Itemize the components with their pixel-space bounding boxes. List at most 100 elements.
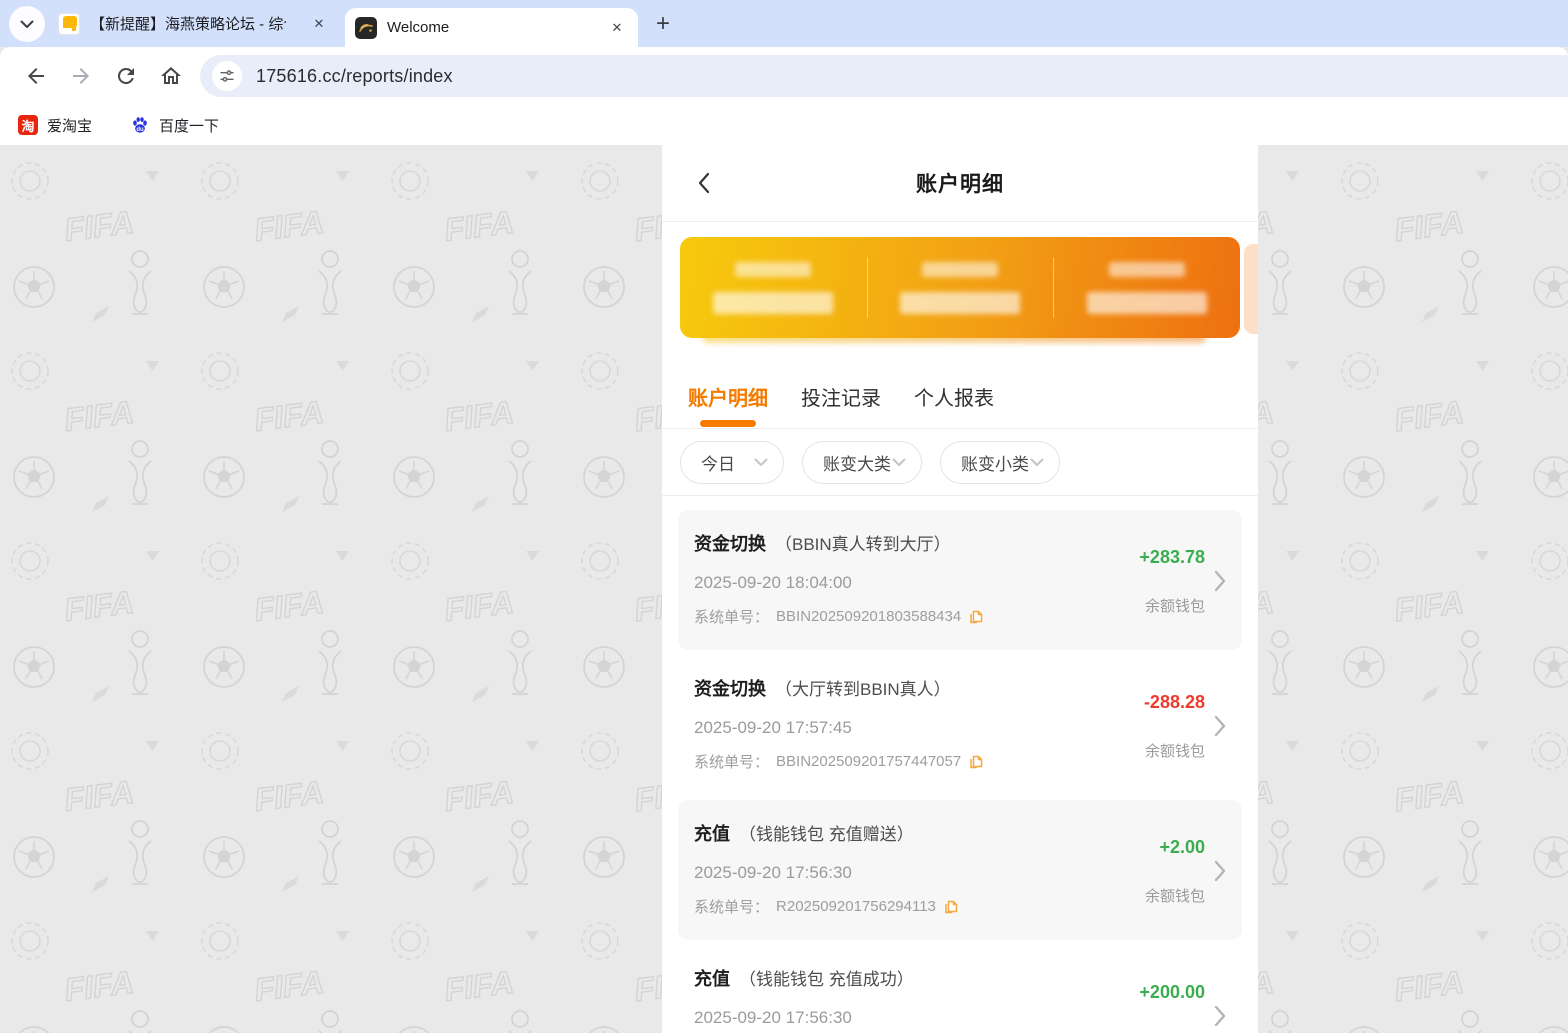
transaction-amount: +2.00 — [1159, 836, 1205, 857]
order-number: R202509201756294113 — [776, 898, 936, 915]
taobao-icon: 淘 — [18, 115, 38, 135]
welcome-favicon-icon — [355, 16, 377, 39]
chevron-right-icon[interactable] — [1214, 860, 1226, 882]
order-label: 系统单号： — [694, 609, 770, 626]
transaction-amount: +200.00 — [1139, 981, 1205, 1002]
transaction-info: 充值 （钱能钱包 充值成功） 2025-09-20 17:56:30 — [694, 965, 1139, 1033]
transaction-amount-area: +2.00 余额钱包 — [1145, 820, 1226, 940]
report-tabs: 账户明细 投注记录 个人报表 — [662, 365, 1258, 429]
transaction-datetime: 2025-09-20 17:56:30 — [694, 1008, 852, 1027]
reload-icon[interactable] — [114, 64, 138, 88]
blurred-label — [922, 261, 998, 277]
chevron-right-icon[interactable] — [1214, 570, 1226, 592]
tab-account-detail[interactable]: 账户明细 — [688, 382, 768, 411]
transaction-info: 资金切换 （大厅转到BBIN真人） 2025-09-20 17:57:45 系统单… — [694, 675, 1144, 795]
filter-date-dropdown[interactable]: 今日 — [680, 440, 784, 484]
blurred-value — [900, 291, 1020, 314]
forum-favicon-icon — [58, 12, 80, 35]
summary-column — [866, 237, 1054, 338]
transaction-row[interactable]: 资金切换 （BBIN真人转到大厅） 2025-09-20 18:04:00 系统单… — [678, 510, 1242, 650]
copy-icon[interactable] — [943, 899, 958, 915]
transaction-row[interactable]: 充值 （钱能钱包 充值赠送） 2025-09-20 17:56:30 系统单号： … — [678, 800, 1242, 940]
blurred-value — [1086, 291, 1207, 314]
filter-minor-type-dropdown[interactable]: 账变小类 — [940, 440, 1060, 484]
chevron-right-icon[interactable] — [1214, 1005, 1226, 1027]
browser-tab-forum[interactable]: 【新提醒】海燕策略论坛 - 综合 ✕ — [48, 0, 340, 47]
order-number: BBIN202509201803588434 — [776, 608, 962, 625]
back-icon[interactable] — [24, 64, 48, 88]
transaction-type: 充值 — [694, 824, 730, 844]
home-icon[interactable] — [159, 64, 183, 88]
tab-title: 【新提醒】海燕策略论坛 - 综合 — [90, 16, 286, 33]
balance-summary-card[interactable] — [680, 237, 1240, 338]
tab-bet-records[interactable]: 投注记录 — [801, 382, 881, 411]
summary-column — [1053, 237, 1240, 338]
page-background: FIFA 账户明细 — [0, 145, 1568, 1033]
filter-label: 账变小类 — [961, 454, 1029, 474]
baidu-icon: du — [133, 117, 147, 133]
chevron-down-icon — [20, 20, 34, 28]
wallet-label: 余额钱包 — [1144, 597, 1205, 615]
transaction-datetime: 2025-09-20 18:04:00 — [694, 573, 852, 592]
bookmark-label: 百度一下 — [159, 117, 220, 135]
filter-label: 今日 — [701, 454, 735, 474]
bookmark-baidu[interactable]: du 百度一下 — [130, 115, 219, 136]
site-settings-icon[interactable] — [212, 61, 242, 91]
tab-title: Welcome — [387, 19, 450, 36]
copy-icon[interactable] — [968, 609, 983, 625]
svg-text:du: du — [136, 127, 144, 133]
transaction-info: 充值 （钱能钱包 充值赠送） 2025-09-20 17:56:30 系统单号： … — [694, 820, 1145, 940]
order-label: 系统单号： — [694, 754, 770, 771]
transaction-row[interactable]: 资金切换 （大厅转到BBIN真人） 2025-09-20 17:57:45 系统单… — [678, 655, 1242, 795]
transaction-type: 充值 — [694, 969, 730, 989]
chevron-down-icon — [892, 458, 906, 466]
transaction-datetime: 2025-09-20 17:57:45 — [694, 718, 852, 737]
tab-close-icon[interactable]: ✕ — [606, 17, 628, 39]
summary-column — [680, 237, 867, 338]
transaction-amount-area: +200.00 余额钱包 — [1139, 965, 1226, 1033]
page-title: 账户明细 — [916, 173, 1004, 196]
url-text[interactable]: 175616.cc/reports/index — [256, 66, 453, 87]
transaction-amount: -288.28 — [1143, 691, 1205, 712]
summary-card-area — [662, 222, 1258, 365]
browser-toolbar: 175616.cc/reports/index — [0, 47, 1568, 105]
browser-tab-welcome[interactable]: Welcome ✕ — [345, 8, 638, 47]
next-card-peek — [1244, 244, 1258, 334]
browser-tab-strip: 【新提醒】海燕策略论坛 - 综合 ✕ Welcome ✕ + — [0, 0, 1568, 47]
address-bar[interactable]: 175616.cc/reports/index — [200, 55, 1568, 97]
transaction-type: 资金切换 — [694, 534, 766, 554]
transaction-amount-area: -288.28 余额钱包 — [1144, 675, 1226, 795]
transaction-info: 资金切换 （BBIN真人转到大厅） 2025-09-20 18:04:00 系统单… — [694, 530, 1139, 650]
bookmarks-bar: 淘 爱淘宝 du 百度一下 — [0, 105, 1568, 145]
tab-personal-report[interactable]: 个人报表 — [914, 382, 994, 411]
blurred-label — [735, 261, 812, 277]
back-chevron-icon[interactable] — [690, 170, 716, 196]
blurred-value — [713, 291, 834, 314]
blurred-label — [1108, 261, 1185, 277]
tab-close-icon[interactable]: ✕ — [308, 13, 330, 35]
app-header: 账户明细 — [662, 145, 1258, 222]
chevron-down-icon — [754, 458, 768, 466]
chevron-down-icon — [1030, 458, 1044, 466]
app-panel: 账户明细 账户明细 投注记录 个人报表 今日 账变大类 账变小类 资金切换 （B… — [662, 145, 1258, 1033]
copy-icon[interactable] — [968, 754, 983, 770]
new-tab-button[interactable]: + — [648, 9, 678, 39]
transaction-amount-area: +283.78 余额钱包 — [1139, 530, 1226, 650]
transaction-datetime: 2025-09-20 17:56:30 — [694, 863, 852, 882]
filter-row: 今日 账变大类 账变小类 — [662, 429, 1258, 496]
transaction-detail: （钱能钱包 充值赠送） — [739, 825, 914, 844]
transaction-row[interactable]: 充值 （钱能钱包 充值成功） 2025-09-20 17:56:30 +200.0… — [678, 945, 1242, 1033]
tab-search-button[interactable] — [9, 6, 45, 42]
transaction-detail: （大厅转到BBIN真人） — [775, 680, 951, 699]
forward-icon[interactable] — [69, 64, 93, 88]
wallet-label: 余额钱包 — [1144, 742, 1205, 760]
transaction-type: 资金切换 — [694, 679, 766, 699]
order-label: 系统单号： — [694, 899, 770, 916]
chevron-right-icon[interactable] — [1214, 715, 1226, 737]
transaction-detail: （钱能钱包 充值成功） — [739, 970, 914, 989]
bookmark-aitaobao[interactable]: 淘 爱淘宝 — [18, 115, 92, 136]
wallet-label: 余额钱包 — [1144, 887, 1205, 905]
transaction-amount: +283.78 — [1139, 546, 1205, 567]
order-number: BBIN202509201757447057 — [776, 753, 962, 770]
filter-major-type-dropdown[interactable]: 账变大类 — [802, 440, 922, 484]
